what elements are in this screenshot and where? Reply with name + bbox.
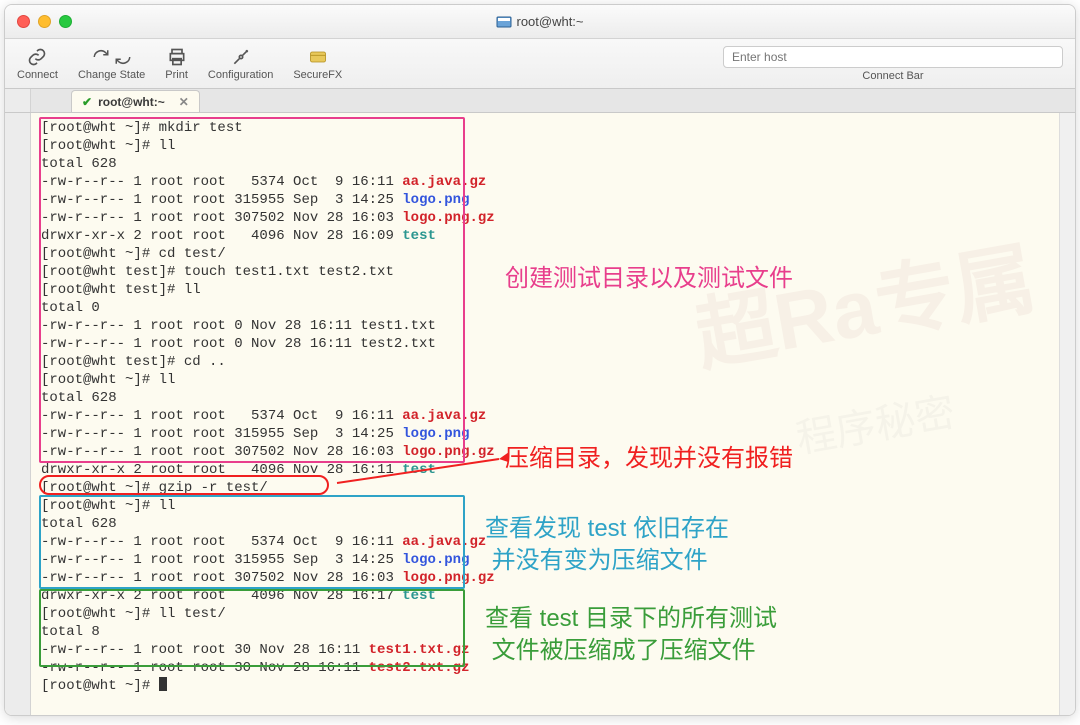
check-icon: ✔	[82, 95, 92, 109]
terminal-line: [root@wht ~]# ll	[41, 137, 1065, 155]
tabbar: ✔ root@wht:~ ✕	[5, 89, 1075, 113]
host-input[interactable]	[723, 46, 1063, 68]
close-tab-icon[interactable]: ✕	[179, 95, 189, 109]
terminal-line: -rw-r--r-- 1 root root 315955 Sep 3 14:2…	[41, 191, 1065, 209]
terminal-line: [root@wht ~]# ll test/	[41, 605, 1065, 623]
change-state-button[interactable]: Change State	[78, 46, 145, 81]
terminal[interactable]: [root@wht ~]# mkdir test[root@wht ~]# ll…	[31, 113, 1075, 715]
terminal-line: -rw-r--r-- 1 root root 307502 Nov 28 16:…	[41, 443, 1065, 461]
connect-button[interactable]: Connect	[17, 46, 58, 81]
terminal-line: total 628	[41, 155, 1065, 173]
terminal-line: total 628	[41, 515, 1065, 533]
terminal-area: [root@wht ~]# mkdir test[root@wht ~]# ll…	[5, 113, 1075, 715]
terminal-line: [root@wht test]# touch test1.txt test2.t…	[41, 263, 1065, 281]
toolbar-label: Print	[165, 69, 188, 81]
printer-icon	[167, 46, 187, 68]
securefx-icon	[308, 46, 328, 68]
securefx-button[interactable]: SecureFX	[293, 46, 342, 81]
toolbar-label: Connect	[17, 69, 58, 81]
terminal-line: -rw-r--r-- 1 root root 0 Nov 28 16:11 te…	[41, 335, 1065, 353]
refresh-icon	[92, 46, 132, 68]
terminal-line: total 8	[41, 623, 1065, 641]
connect-bar-label: Connect Bar	[723, 70, 1063, 82]
left-gutter	[5, 113, 31, 715]
terminal-line: drwxr-xr-x 2 root root 4096 Nov 28 16:09…	[41, 227, 1065, 245]
left-gutter-tab	[5, 89, 31, 112]
terminal-line: total 628	[41, 389, 1065, 407]
toolbar-label: Configuration	[208, 69, 273, 81]
window-title: root@wht:~	[5, 14, 1075, 30]
terminal-line: -rw-r--r-- 1 root root 5374 Oct 9 16:11 …	[41, 533, 1065, 551]
terminal-line: -rw-r--r-- 1 root root 5374 Oct 9 16:11 …	[41, 407, 1065, 425]
connect-bar-group: Connect Bar	[723, 46, 1063, 82]
terminal-line: -rw-r--r-- 1 root root 315955 Sep 3 14:2…	[41, 425, 1065, 443]
print-button[interactable]: Print	[165, 46, 188, 81]
link-icon	[26, 46, 48, 68]
terminal-line: [root@wht ~]# mkdir test	[41, 119, 1065, 137]
terminal-line: [root@wht ~]# gzip -r test/	[41, 479, 1065, 497]
toolbar-label: SecureFX	[293, 69, 342, 81]
cursor	[159, 677, 167, 691]
terminal-line: -rw-r--r-- 1 root root 5374 Oct 9 16:11 …	[41, 173, 1065, 191]
terminal-line: -rw-r--r-- 1 root root 30 Nov 28 16:11 t…	[41, 641, 1065, 659]
titlebar: root@wht:~	[5, 5, 1075, 39]
terminal-line: -rw-r--r-- 1 root root 30 Nov 28 16:11 t…	[41, 659, 1065, 677]
terminal-line: total 0	[41, 299, 1065, 317]
terminal-line: [root@wht test]# ll	[41, 281, 1065, 299]
toolbar-label: Change State	[78, 69, 145, 81]
terminal-line: -rw-r--r-- 1 root root 315955 Sep 3 14:2…	[41, 551, 1065, 569]
window-title-text: root@wht:~	[516, 14, 583, 29]
app-window: root@wht:~ Connect Change State Print	[4, 4, 1076, 716]
toolbar: Connect Change State Print Configuration	[5, 39, 1075, 89]
terminal-line: -rw-r--r-- 1 root root 0 Nov 28 16:11 te…	[41, 317, 1065, 335]
terminal-line: [root@wht ~]# ll	[41, 371, 1065, 389]
terminal-line: drwxr-xr-x 2 root root 4096 Nov 28 16:17…	[41, 587, 1065, 605]
terminal-line: [root@wht ~]# ll	[41, 497, 1065, 515]
scrollbar[interactable]	[1059, 113, 1075, 715]
wrench-icon	[230, 46, 252, 68]
terminal-line: [root@wht ~]# cd test/	[41, 245, 1065, 263]
configuration-button[interactable]: Configuration	[208, 46, 273, 81]
tab-label: root@wht:~	[98, 95, 165, 109]
app-icon	[496, 14, 512, 30]
terminal-line: drwxr-xr-x 2 root root 4096 Nov 28 16:11…	[41, 461, 1065, 479]
terminal-line: -rw-r--r-- 1 root root 307502 Nov 28 16:…	[41, 569, 1065, 587]
session-tab[interactable]: ✔ root@wht:~ ✕	[71, 90, 200, 112]
terminal-line: -rw-r--r-- 1 root root 307502 Nov 28 16:…	[41, 209, 1065, 227]
terminal-line: [root@wht ~]#	[41, 677, 1065, 695]
terminal-line: [root@wht test]# cd ..	[41, 353, 1065, 371]
